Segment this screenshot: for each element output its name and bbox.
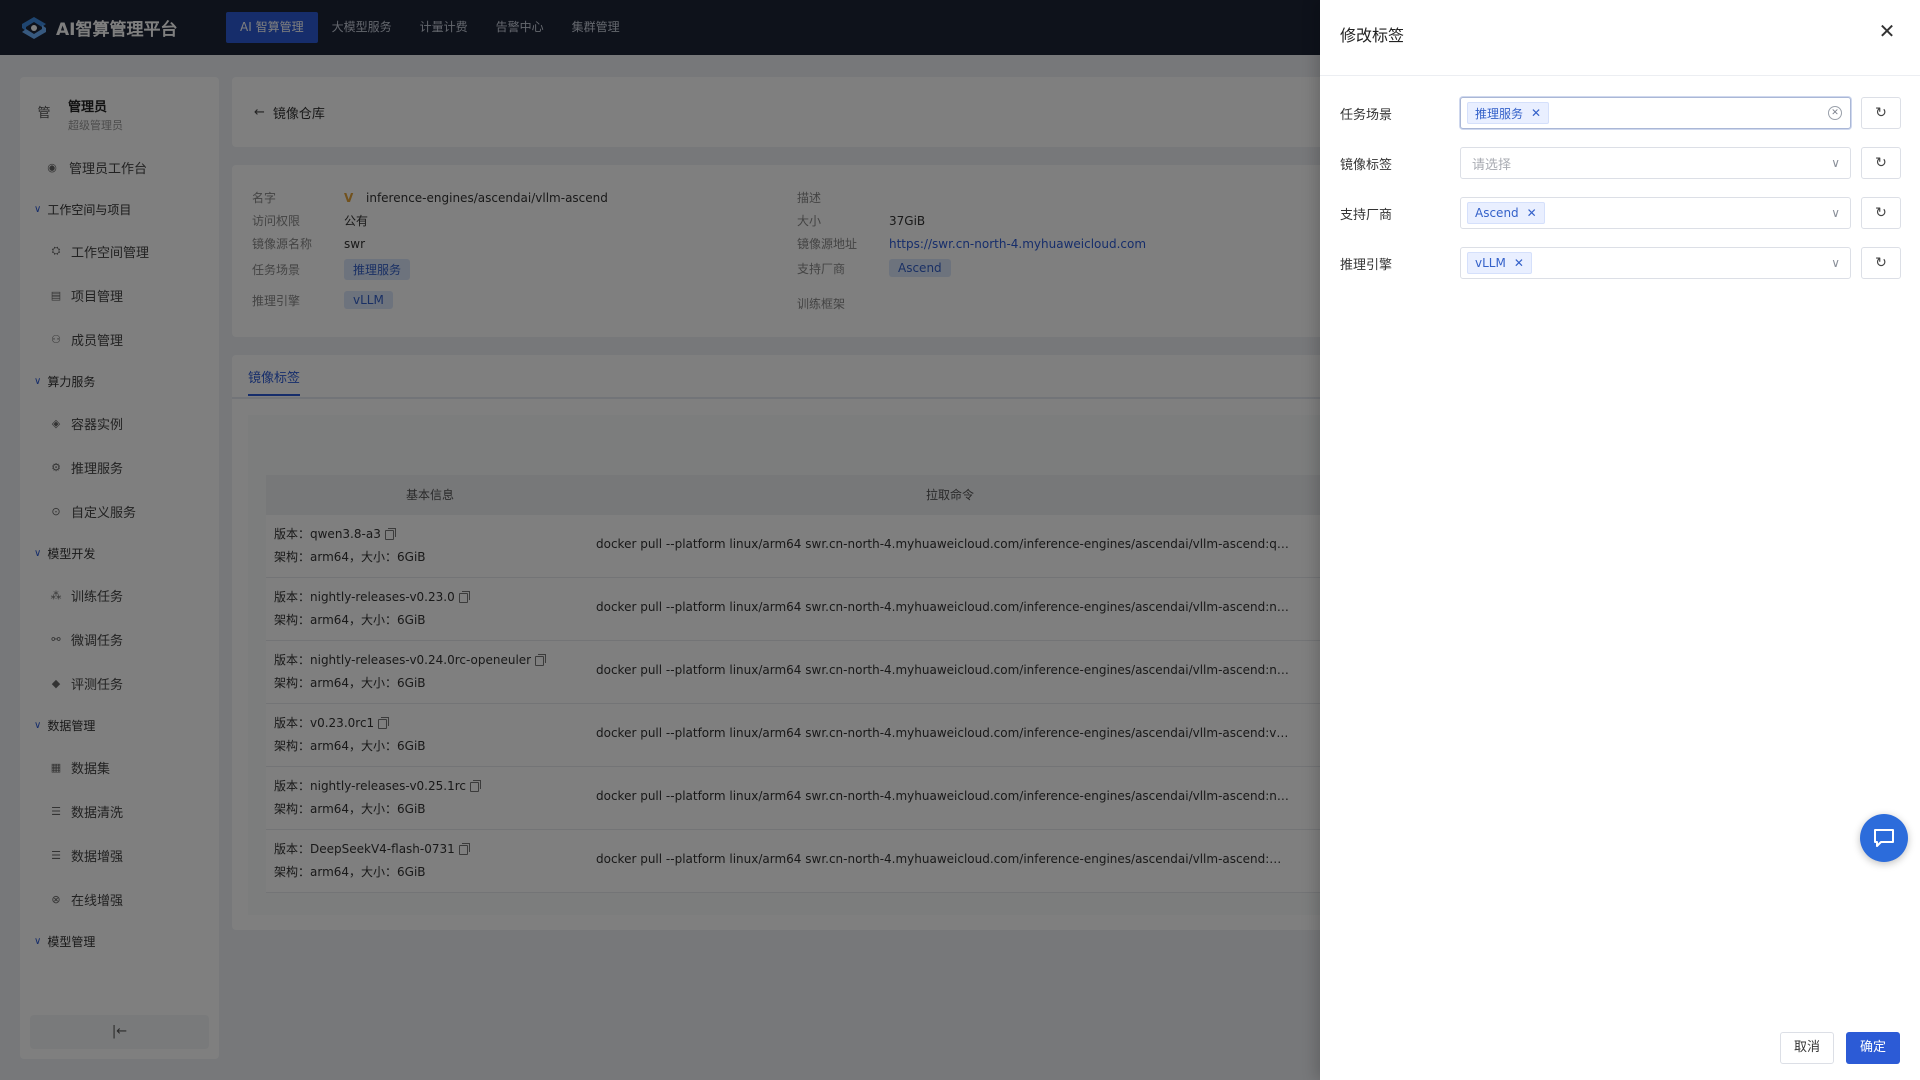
chat-button[interactable] <box>1860 814 1908 862</box>
image-tag-select[interactable]: 请选择 ∨ <box>1460 147 1851 179</box>
drawer-footer: 取消 确定 <box>1780 1032 1900 1064</box>
select-placeholder: 请选择 <box>1472 157 1512 173</box>
selected-chip: Ascend ✕ <box>1467 202 1545 224</box>
clear-icon[interactable]: ✕ <box>1828 106 1842 120</box>
chip-label: Ascend <box>1475 206 1519 220</box>
engine-select[interactable]: vLLM ✕ ∨ <box>1460 247 1851 279</box>
chat-icon <box>1874 829 1894 847</box>
vendor-select[interactable]: Ascend ✕ ∨ <box>1460 197 1851 229</box>
confirm-button[interactable]: 确定 <box>1846 1032 1900 1064</box>
chevron-down-icon: ∨ <box>1831 156 1840 170</box>
field-label: 镜像标签 <box>1340 157 1393 173</box>
drawer-title: 修改标签 <box>1340 26 1405 45</box>
selected-chip: 推理服务 ✕ <box>1467 102 1550 124</box>
chip-remove-icon[interactable]: ✕ <box>1531 106 1541 120</box>
selected-chip: vLLM ✕ <box>1467 252 1532 274</box>
refresh-icon[interactable]: ↻ <box>1861 197 1901 229</box>
edit-tags-drawer: 修改标签 ✕ 任务场景 推理服务 ✕ ✕ ↻ 镜像标签 请选择 ∨ ↻ 支持厂商 … <box>1320 0 1920 1080</box>
chip-label: vLLM <box>1475 256 1506 270</box>
field-label: 推理引擎 <box>1340 257 1393 273</box>
chevron-down-icon: ∨ <box>1831 256 1840 270</box>
chevron-down-icon: ∨ <box>1831 206 1840 220</box>
cancel-button[interactable]: 取消 <box>1780 1032 1834 1064</box>
chip-label: 推理服务 <box>1475 106 1524 121</box>
modal-overlay[interactable] <box>0 0 1320 1080</box>
task-scene-select[interactable]: 推理服务 ✕ ✕ <box>1460 97 1851 129</box>
refresh-icon[interactable]: ↻ <box>1861 97 1901 129</box>
drawer-header: 修改标签 ✕ <box>1320 0 1920 76</box>
refresh-icon[interactable]: ↻ <box>1861 247 1901 279</box>
field-engine: 推理引擎 vLLM ✕ ∨ ↻ <box>1340 246 1901 280</box>
field-task-scene: 任务场景 推理服务 ✕ ✕ ↻ <box>1340 96 1901 130</box>
field-label: 支持厂商 <box>1340 207 1393 223</box>
chip-remove-icon[interactable]: ✕ <box>1514 256 1524 270</box>
field-vendor: 支持厂商 Ascend ✕ ∨ ↻ <box>1340 196 1901 230</box>
chip-remove-icon[interactable]: ✕ <box>1527 206 1537 220</box>
refresh-icon[interactable]: ↻ <box>1861 147 1901 179</box>
close-icon[interactable]: ✕ <box>1874 18 1900 44</box>
field-label: 任务场景 <box>1340 107 1393 123</box>
field-image-tag: 镜像标签 请选择 ∨ ↻ <box>1340 146 1901 180</box>
